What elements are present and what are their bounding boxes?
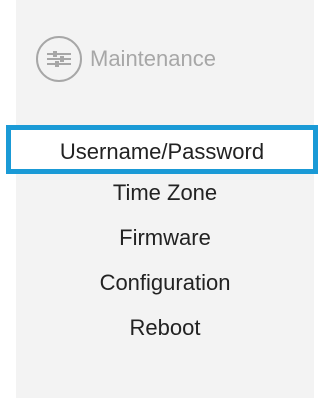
menu-item-time-zone[interactable]: Time Zone (16, 170, 314, 215)
maintenance-menu: Username/Password Time Zone Firmware Con… (6, 125, 318, 350)
menu-item-username-password[interactable]: Username/Password (6, 125, 318, 174)
section-title: Maintenance (90, 46, 216, 71)
settings-sliders-icon (36, 36, 82, 82)
section-header: Maintenance (36, 34, 216, 84)
menu-item-reboot[interactable]: Reboot (16, 305, 314, 350)
menu-item-firmware[interactable]: Firmware (16, 215, 314, 260)
menu-item-configuration[interactable]: Configuration (16, 260, 314, 305)
maintenance-panel: Maintenance Username/Password Time Zone … (6, 0, 318, 398)
